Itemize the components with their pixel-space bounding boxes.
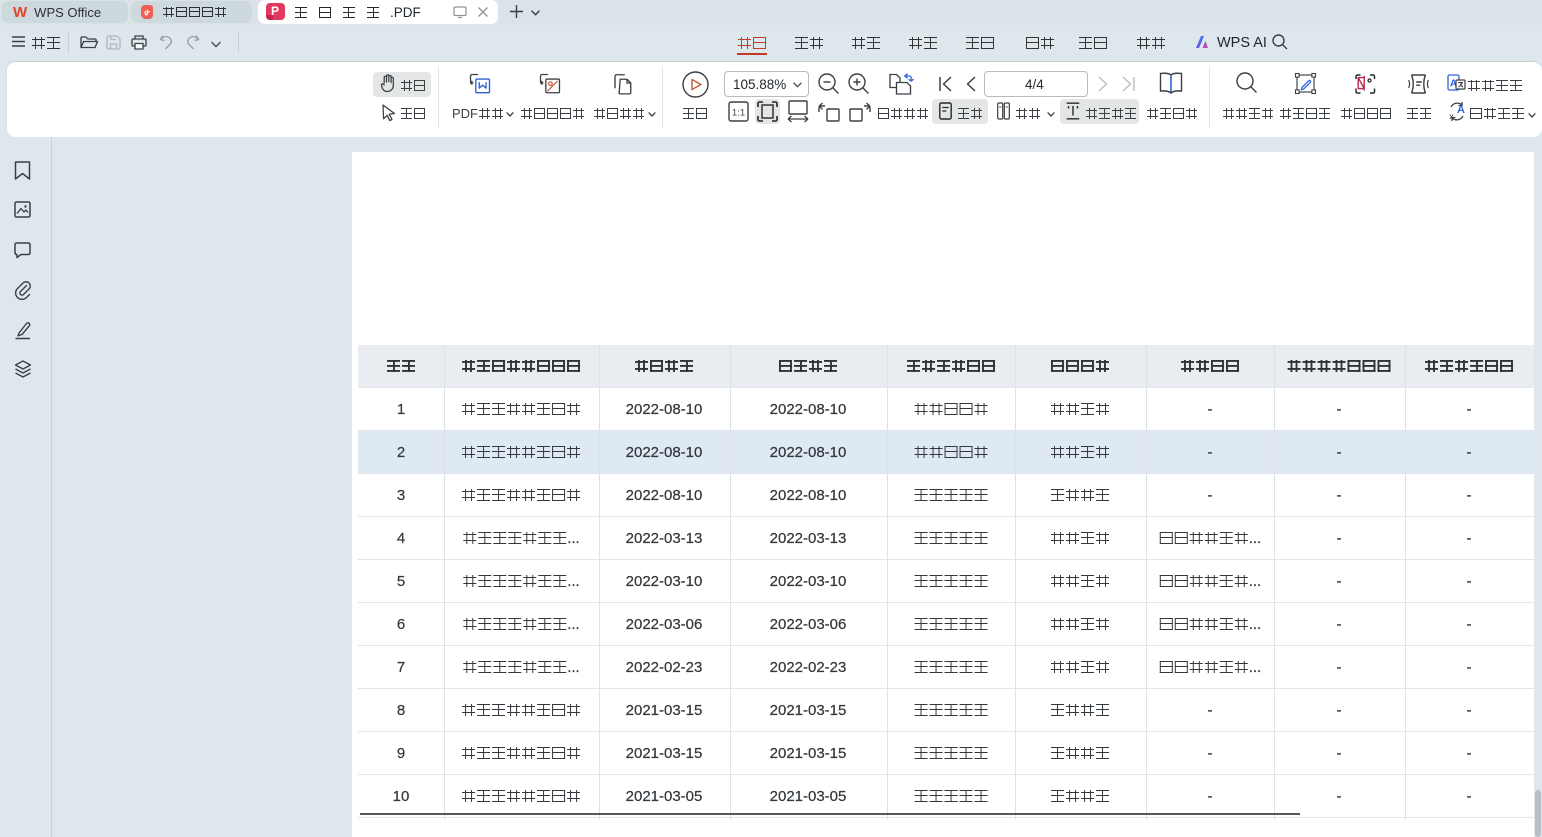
svg-text:A: A <box>1457 104 1465 116</box>
svg-text:1:1: 1:1 <box>732 108 745 119</box>
